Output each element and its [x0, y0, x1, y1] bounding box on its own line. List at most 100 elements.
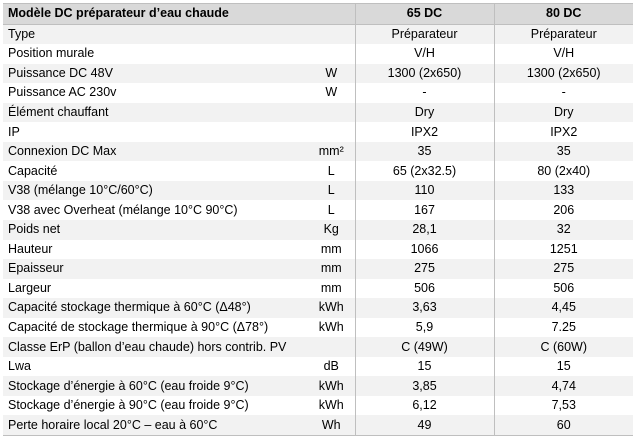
row-label: Hauteur — [3, 239, 308, 260]
row-unit: kWh — [308, 395, 355, 416]
row-unit: L — [308, 161, 355, 181]
table-row: Puissance AC 230v W - - — [3, 83, 633, 103]
row-value-65: 3,85 — [354, 376, 495, 396]
row-unit: mm — [308, 239, 355, 260]
row-unit: kWh — [308, 376, 355, 396]
row-value-65: 65 (2x32.5) — [354, 161, 495, 181]
row-label: Capacité — [3, 161, 308, 181]
table-row: Classe ErP (ballon d’eau chaude) hors co… — [3, 337, 633, 357]
table-row: Stockage d’énergie à 90°C (eau froide 9°… — [3, 395, 633, 416]
row-value-80: 1300 (2x650) — [494, 63, 633, 84]
row-value-65: Préparateur — [354, 24, 495, 45]
spec-table-body: Type Préparateur Préparateur Position mural… — [3, 24, 633, 437]
table-row: Puissance DC 48V W 1300 (2x650) 1300 (2x650… — [3, 63, 633, 84]
header-model-65: 65 DC — [354, 3, 495, 25]
table-row: Connexion DC Max mm² 35 35 — [3, 141, 633, 162]
row-value-80: 7,53 — [494, 395, 633, 416]
row-unit — [308, 337, 355, 357]
row-value-80: Dry — [494, 102, 633, 123]
row-label: Connexion DC Max — [3, 141, 308, 162]
row-value-65: 110 — [354, 180, 495, 201]
table-row: Hauteur mm 1066 1251 — [3, 239, 633, 260]
table-row: Lwa dB 15 15 — [3, 356, 633, 377]
row-value-80: 80 (2x40) — [494, 161, 633, 181]
row-label: Capacité de stockage thermique à 90°C (Δ… — [3, 317, 308, 338]
row-value-65: 35 — [354, 141, 495, 162]
row-unit: dB — [308, 356, 355, 377]
row-value-65: 49 — [354, 415, 495, 437]
row-label: Stockage d’énergie à 90°C (eau froide 9°… — [3, 395, 308, 416]
row-value-80: 7.25 — [494, 317, 633, 338]
header-model-title: Modèle DC préparateur d’eau chaude — [3, 3, 308, 25]
row-unit — [308, 44, 355, 64]
row-value-65: IPX2 — [354, 122, 495, 142]
row-unit: kWh — [308, 298, 355, 318]
row-value-80: V/H — [494, 44, 633, 64]
row-unit: Wh — [308, 415, 355, 437]
row-label: V38 (mélange 10°C/60°C) — [3, 180, 308, 201]
row-value-80: Préparateur — [494, 24, 633, 45]
row-label: Epaisseur — [3, 259, 308, 279]
row-value-65: Dry — [354, 102, 495, 123]
row-unit: W — [308, 83, 355, 103]
row-label: Stockage d’énergie à 60°C (eau froide 9°… — [3, 376, 308, 396]
table-row: Poids net Kg 28,1 32 — [3, 220, 633, 240]
row-value-80: - — [494, 83, 633, 103]
row-unit — [308, 122, 355, 142]
row-label: Puissance AC 230v — [3, 83, 308, 103]
row-value-65: 6,12 — [354, 395, 495, 416]
row-value-65: V/H — [354, 44, 495, 64]
row-value-65: 275 — [354, 259, 495, 279]
table-row: Élément chauffant Dry Dry — [3, 102, 633, 123]
table-row: Epaisseur mm 275 275 — [3, 259, 633, 279]
row-label: Position murale — [3, 44, 308, 64]
row-value-80: 506 — [494, 278, 633, 299]
table-row: Position murale V/H V/H — [3, 44, 633, 64]
row-value-80: IPX2 — [494, 122, 633, 142]
table-header-row: Modèle DC préparateur d’eau chaude 65 DC… — [3, 3, 633, 25]
row-label: Puissance DC 48V — [3, 63, 308, 84]
row-label: Largeur — [3, 278, 308, 299]
row-unit: kWh — [308, 317, 355, 338]
table-row: Capacité stockage thermique à 60°C (Δ48°… — [3, 298, 633, 318]
header-unit — [308, 3, 355, 25]
row-unit — [308, 24, 355, 45]
row-value-65: C (49W) — [354, 337, 495, 357]
row-value-80: 206 — [494, 200, 633, 221]
row-value-80: 4,74 — [494, 376, 633, 396]
row-unit: mm — [308, 278, 355, 299]
row-label: Capacité stockage thermique à 60°C (Δ48°… — [3, 298, 308, 318]
row-label: Lwa — [3, 356, 308, 377]
table-row: Largeur mm 506 506 — [3, 278, 633, 299]
row-value-80: 133 — [494, 180, 633, 201]
row-unit: L — [308, 200, 355, 221]
row-unit: L — [308, 180, 355, 201]
row-value-65: 3,63 — [354, 298, 495, 318]
table-row: Capacité L 65 (2x32.5) 80 (2x40) — [3, 161, 633, 181]
row-unit: mm — [308, 259, 355, 279]
spec-table: Modèle DC préparateur d’eau chaude 65 DC… — [3, 3, 633, 437]
table-row: Stockage d’énergie à 60°C (eau froide 9°… — [3, 376, 633, 396]
row-value-80: 35 — [494, 141, 633, 162]
row-label: V38 avec Overheat (mélange 10°C 90°C) — [3, 200, 308, 221]
row-label: IP — [3, 122, 308, 142]
row-unit: W — [308, 63, 355, 84]
row-unit: mm² — [308, 141, 355, 162]
row-value-80: 4,45 — [494, 298, 633, 318]
header-model-80: 80 DC — [494, 3, 633, 25]
row-value-80: 1251 — [494, 239, 633, 260]
row-unit — [308, 102, 355, 123]
row-value-80: 32 — [494, 220, 633, 240]
row-value-65: 1300 (2x650) — [354, 63, 495, 84]
row-value-65: 1066 — [354, 239, 495, 260]
table-row: Perte horaire local 20°C – eau à 60°C Wh 4… — [3, 415, 633, 437]
row-unit: Kg — [308, 220, 355, 240]
row-value-65: 28,1 — [354, 220, 495, 240]
row-value-80: 275 — [494, 259, 633, 279]
row-value-80: 60 — [494, 415, 633, 437]
table-row: Capacité de stockage thermique à 90°C (Δ… — [3, 317, 633, 338]
row-label: Classe ErP (ballon d’eau chaude) hors co… — [3, 337, 308, 357]
row-value-80: C (60W) — [494, 337, 633, 357]
row-value-65: 5,9 — [354, 317, 495, 338]
row-value-65: - — [354, 83, 495, 103]
